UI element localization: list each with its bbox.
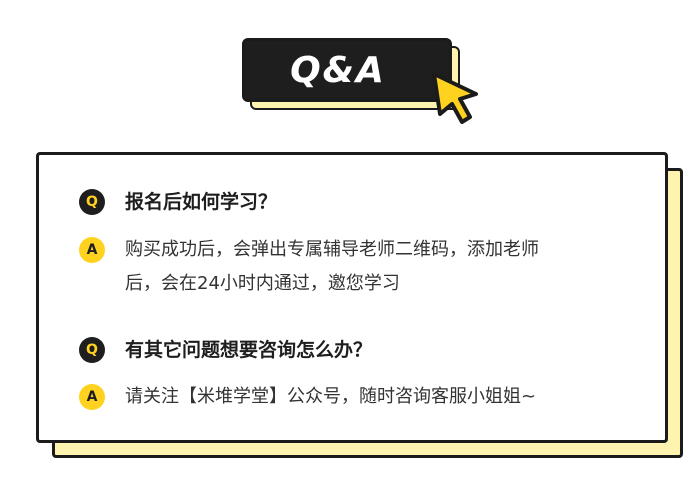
q-badge: Q — [79, 337, 105, 363]
answer-line: 后，会在24小时内通过，邀您学习 — [125, 273, 400, 294]
q-badge: Q — [79, 189, 105, 215]
answer-line: 购买成功后，会弹出专属辅导老师二维码，添加老师 — [125, 239, 539, 260]
qa-graphic: Q&A Q 报名后如何学习？ A 购买成功后，会弹出专属辅导老师二维码，添加老师… — [0, 0, 700, 501]
question-row-2: Q 有其它问题想要咨询怎么办？ — [79, 337, 372, 363]
question-text: 有其它问题想要咨询怎么办？ — [125, 339, 373, 361]
question-row-1: Q 报名后如何学习？ — [79, 189, 277, 215]
answer-line: 请关注【米堆学堂】公众号，随时咨询客服小姐姐~ — [125, 386, 537, 407]
pointer-hand-icon — [432, 72, 478, 124]
question-text: 报名后如何学习？ — [125, 191, 278, 213]
answer-row-2: A 请关注【米堆学堂】公众号，随时咨询客服小姐姐~ — [79, 384, 536, 414]
page-title: Q&A — [290, 49, 386, 91]
a-badge: A — [79, 237, 105, 263]
answer-text: 购买成功后，会弹出专属辅导老师二维码，添加老师 后，会在24小时内通过，邀您学习 — [125, 233, 539, 301]
answer-row-1: A 购买成功后，会弹出专属辅导老师二维码，添加老师 后，会在24小时内通过，邀您… — [79, 237, 539, 301]
a-badge: A — [79, 384, 105, 410]
qa-card: Q 报名后如何学习？ A 购买成功后，会弹出专属辅导老师二维码，添加老师 后，会… — [36, 152, 668, 443]
title-badge: Q&A — [242, 38, 452, 102]
answer-text: 请关注【米堆学堂】公众号，随时咨询客服小姐姐~ — [125, 380, 536, 414]
